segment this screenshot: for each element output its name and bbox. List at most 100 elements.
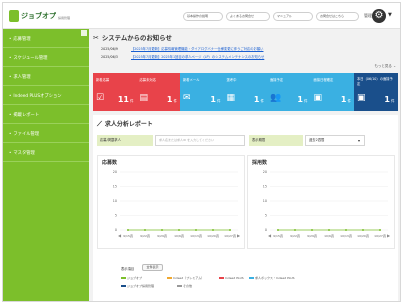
chart-icon: ⟋ xyxy=(97,120,102,128)
legend-item[interactable]: その他 xyxy=(177,284,192,288)
header-button-contact[interactable]: お問合せはこちら xyxy=(316,12,359,21)
period-select[interactable]: 過去2週間 ▾ xyxy=(305,135,365,146)
data-point xyxy=(294,229,296,231)
data-point xyxy=(212,229,214,231)
analysis-panel: ⟋ 求人分析レポート 応募/掲載求人 求人名または求人ID を入力してください 表… xyxy=(93,115,398,301)
tile-interview-scheduled[interactable]: 面接予定 👥 1件 xyxy=(267,73,311,111)
tile-new-mail[interactable]: 新着メール ✉ 1件 xyxy=(180,73,224,111)
app-logo[interactable]: ジョブオプ 採用管理 xyxy=(9,9,70,23)
notices-title: システムからのお知らせ xyxy=(101,34,172,42)
notice-link[interactable]: 【2025年7月更新】応募情報管理機能・ダイアログバナー仕様変更に伴うご対応のお… xyxy=(131,47,263,51)
mail-icon: ✉ xyxy=(183,93,191,103)
document-icon: ▤ xyxy=(139,93,149,103)
notice-item: 2025/06/9 【2025年7月更新】応募情報管理機能・ダイアログバナー仕様変… xyxy=(101,46,263,51)
tile-value: 1件 xyxy=(384,95,395,104)
filter-period-label: 表示期間 xyxy=(249,135,303,146)
tile-label: 応募未対応 xyxy=(139,78,156,82)
tile-value: 1件 xyxy=(297,95,308,104)
header-button-faq[interactable]: よくあるお問合せ xyxy=(226,12,270,21)
tile-interview-confirmed[interactable]: 面接日程確定 ▣ 1件 xyxy=(310,73,354,111)
x-tick-label: 10/20週 xyxy=(207,233,219,238)
sidebar-item-report[interactable]: 掲載レポート xyxy=(3,105,89,124)
x-tick-label: 9/22週 xyxy=(140,233,150,238)
filter-job-label: 応募/掲載求人 xyxy=(97,135,153,146)
tools-icon: ✂ xyxy=(93,34,99,42)
sidebar: 応募管理 スケジュール管理 求人管理 Indeed PLUSオプション 掲載レポ… xyxy=(3,29,89,301)
chart-next-icon[interactable]: ▶ xyxy=(387,233,391,238)
y-tick-label: 20 xyxy=(113,170,117,174)
y-tick-label: 0 xyxy=(265,228,267,232)
legend-item[interactable]: 求人ボックス・Indeed PLUS xyxy=(249,276,295,280)
notices-heading: ✂ システムからのお知らせ xyxy=(93,33,172,42)
notice-date: 2025/06/9 xyxy=(101,47,118,51)
applications-chart-svg: 20 15 10 5 0◀ ▶ 9/15週 9/22週 9/29週 10/6週 10/13週 10/2… xyxy=(113,170,241,238)
y-tick-label: 10 xyxy=(263,199,267,203)
data-point xyxy=(161,229,163,231)
logo-text: ジョブオプ xyxy=(21,12,56,20)
tile-label: 選考中 xyxy=(226,78,237,82)
data-point xyxy=(178,229,180,231)
chevron-down-icon[interactable]: ▼ xyxy=(388,12,392,18)
x-tick-label: 10/13週 xyxy=(190,233,202,238)
notice-item: 2025/06/3 【2025年7月更新】2025年1回目の求人ページ（LP）のシ… xyxy=(101,54,264,59)
y-tick-label: 15 xyxy=(113,185,117,189)
y-tick-label: 20 xyxy=(263,170,267,174)
header-button-basic-guide[interactable]: 基本操作の説明 xyxy=(183,12,223,21)
legend-item[interactable]: ジョブオプ xyxy=(121,276,142,280)
legend-item[interactable]: Indeed（プレミアム） xyxy=(167,276,204,280)
chart-legend: 表示項目 全件表示 ジョブオプ Indeed（プレミアム） Indeed PLU… xyxy=(121,264,301,300)
tile-label: 新着応募 xyxy=(96,78,110,82)
sidebar-item-files[interactable]: ファイル管理 xyxy=(3,124,89,143)
tile-value: 1件 xyxy=(253,95,264,104)
job-search-input[interactable]: 求人名または求人ID を入力してください xyxy=(155,135,245,146)
sidebar-item-schedule[interactable]: スケジュール管理 xyxy=(3,48,89,67)
top-header: ジョブオプ 採用管理 基本操作の説明 よくあるお問合せ マニュアル お問合せはこ… xyxy=(3,3,400,29)
tile-value: 1件 xyxy=(166,95,177,104)
x-tick-label: 9/15週 xyxy=(273,233,283,238)
x-tick-label: 10/6週 xyxy=(174,233,184,238)
header-button-manual[interactable]: マニュアル xyxy=(273,12,313,21)
legend-item[interactable]: Indeed PLUS xyxy=(219,276,244,280)
data-point xyxy=(328,229,330,231)
tile-in-selection[interactable]: 選考中 ▦ 1件 xyxy=(223,73,267,111)
tile-unhandled-applications[interactable]: 応募未対応 ▤ 1件 xyxy=(136,73,180,111)
tile-value: 11件 xyxy=(117,95,134,104)
chart-prev-icon[interactable]: ◀ xyxy=(118,233,122,238)
gear-icon[interactable]: ⚙ xyxy=(372,9,386,23)
sidebar-item-indeed-plus[interactable]: Indeed PLUSオプション xyxy=(3,86,89,105)
sidebar-item-jobs[interactable]: 求人管理 xyxy=(3,67,89,86)
calendar-icon: ▣ xyxy=(357,93,366,103)
user-name[interactable]: 管理 xyxy=(364,13,372,19)
data-point xyxy=(195,229,197,231)
x-tick-label: 10/27週 xyxy=(374,233,386,238)
chart-next-icon[interactable]: ▶ xyxy=(237,233,241,238)
tile-label: 面接日程確定 xyxy=(313,78,334,82)
data-point xyxy=(345,229,347,231)
data-point xyxy=(379,229,381,231)
y-tick-label: 10 xyxy=(113,199,117,203)
chart-prev-icon[interactable]: ◀ xyxy=(268,233,272,238)
tile-value: 1件 xyxy=(210,95,221,104)
notice-link[interactable]: 【2025年7月更新】2025年1回目の求人ページ（LP）のシステムメンテナンス… xyxy=(131,55,264,59)
status-tiles: 新着応募 ☑ 11件 応募未対応 ▤ 1件 新着メール ✉ 1件 選考中 ▦ 1… xyxy=(93,73,398,111)
y-tick-label: 5 xyxy=(115,214,117,218)
notices-more-link[interactable]: もっと見る ⌄ xyxy=(374,64,396,69)
x-tick-label: 10/6週 xyxy=(324,233,334,238)
sidebar-item-applications[interactable]: 応募管理 xyxy=(3,29,89,48)
period-select-value: 過去2週間 xyxy=(309,138,325,142)
x-tick-label: 9/15週 xyxy=(123,233,133,238)
data-point xyxy=(229,229,231,231)
x-tick-label: 10/13週 xyxy=(340,233,352,238)
x-tick-label: 9/29週 xyxy=(157,233,167,238)
sidebar-item-master[interactable]: マスタ管理 xyxy=(3,143,89,162)
data-point xyxy=(362,229,364,231)
show-all-button[interactable]: 全件表示 xyxy=(142,264,163,271)
logo-subtext: 採用管理 xyxy=(58,15,71,20)
tile-label: 本日（06/10）の面接予定 xyxy=(357,77,393,86)
legend-item[interactable]: ジョブオプ採用管理 xyxy=(121,284,154,288)
legend-title: 表示項目 xyxy=(121,267,135,271)
tile-new-applications[interactable]: 新着応募 ☑ 11件 xyxy=(93,73,137,111)
tile-today-interviews[interactable]: 本日（06/10）の面接予定 ▣ 1件 xyxy=(354,73,398,111)
x-tick-label: 9/29週 xyxy=(307,233,317,238)
analysis-title: 求人分析レポート xyxy=(104,121,153,128)
